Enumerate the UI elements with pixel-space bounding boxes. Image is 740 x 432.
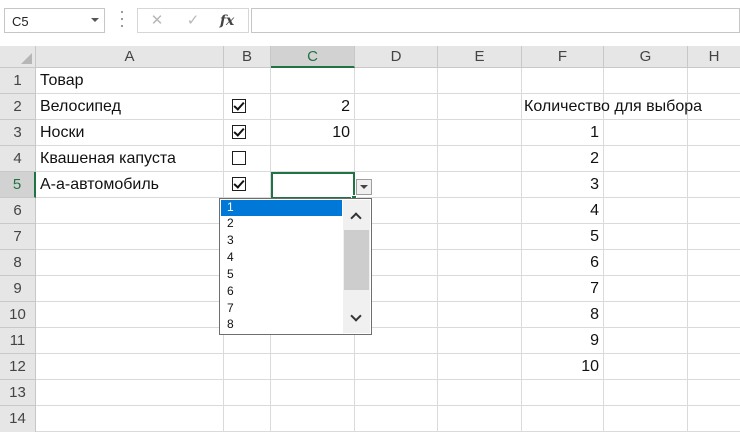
gridline (36, 275, 740, 276)
row-header-7[interactable]: 7 (0, 224, 36, 250)
column-header-b[interactable]: B (224, 46, 271, 68)
row-header-13[interactable]: 13 (0, 380, 36, 406)
validation-dropdown-button[interactable] (356, 179, 372, 195)
column-header-d[interactable]: D (355, 46, 438, 68)
active-cell-c5[interactable] (271, 172, 357, 201)
gridline (36, 223, 740, 224)
dropdown-option-2[interactable]: 2 (221, 216, 342, 232)
cell-f3[interactable]: 1 (523, 120, 599, 146)
gridline (437, 68, 438, 432)
column-header-f[interactable]: F (522, 46, 604, 68)
dropdown-option-8[interactable]: 8 (221, 317, 342, 333)
formula-bar: C5 ✕ ✓ fx (0, 0, 740, 46)
drag-handle-icon[interactable] (120, 11, 124, 30)
dropdown-option-3[interactable]: 3 (221, 233, 342, 249)
dropdown-option-6[interactable]: 6 (221, 284, 342, 300)
validation-dropdown-list: 1 2 3 4 5 6 7 8 (219, 198, 372, 335)
cell-f7[interactable]: 5 (523, 224, 599, 250)
dropdown-option-4[interactable]: 4 (221, 250, 342, 266)
row-header-6[interactable]: 6 (0, 198, 36, 224)
name-box-value: C5 (12, 14, 29, 29)
gridline (36, 327, 740, 328)
select-all-icon (21, 53, 32, 64)
row-header-3[interactable]: 3 (0, 120, 36, 146)
column-header-h[interactable]: H (688, 46, 740, 68)
gridline (36, 353, 740, 354)
cell-f9[interactable]: 7 (523, 276, 599, 302)
column-header-a[interactable]: A (36, 46, 224, 68)
row-header-11[interactable]: 11 (0, 328, 36, 354)
gridline (36, 249, 740, 250)
cancel-icon[interactable]: ✕ (146, 11, 168, 31)
gridline (36, 301, 740, 302)
row-header-5[interactable]: 5 (0, 172, 36, 198)
chevron-down-icon[interactable] (350, 310, 362, 322)
checkmark-icon (233, 99, 245, 111)
checkbox-b5[interactable] (232, 177, 246, 191)
row-header-1[interactable]: 1 (0, 68, 36, 94)
column-header-e[interactable]: E (438, 46, 522, 68)
cell-a3[interactable]: Носки (40, 120, 84, 146)
row-header-9[interactable]: 9 (0, 276, 36, 302)
gridline (36, 405, 740, 406)
cell-a5[interactable]: А-а-автомобиль (40, 172, 159, 198)
gridline (603, 68, 604, 432)
row-header-4[interactable]: 4 (0, 146, 36, 172)
gridline (36, 379, 740, 380)
insert-function-icon[interactable]: fx (216, 11, 238, 31)
cell-c2[interactable]: 2 (272, 94, 350, 120)
cell-f4[interactable]: 2 (523, 146, 599, 172)
checkmark-icon (233, 125, 245, 137)
gridline (687, 68, 688, 432)
chevron-up-icon[interactable] (350, 212, 362, 224)
cell-a4[interactable]: Квашеная капуста (40, 146, 176, 172)
row-header-8[interactable]: 8 (0, 250, 36, 276)
cell-f8[interactable]: 6 (523, 250, 599, 276)
dropdown-option-5[interactable]: 5 (221, 267, 342, 283)
checkmark-icon (233, 177, 245, 189)
column-header-g[interactable]: G (604, 46, 688, 68)
cell-c3[interactable]: 10 (272, 120, 350, 146)
dropdown-option-1[interactable]: 1 (221, 200, 342, 216)
enter-icon[interactable]: ✓ (182, 11, 204, 31)
row-header-10[interactable]: 10 (0, 302, 36, 328)
cell-f5[interactable]: 3 (523, 172, 599, 198)
name-box[interactable]: C5 (4, 8, 105, 33)
checkbox-b2[interactable] (232, 99, 246, 113)
chevron-down-icon[interactable] (91, 18, 99, 22)
dropdown-scrollbar[interactable] (343, 200, 370, 333)
select-all-button[interactable] (0, 46, 36, 68)
cell-a1[interactable]: Товар (40, 68, 84, 94)
formula-input[interactable] (251, 8, 740, 33)
cell-f10[interactable]: 8 (523, 302, 599, 328)
cell-f6[interactable]: 4 (523, 198, 599, 224)
row-header-12[interactable]: 12 (0, 354, 36, 380)
cell-a2[interactable]: Велосипед (40, 94, 121, 120)
cell-f12[interactable]: 10 (523, 354, 599, 380)
spreadsheet-grid: A B C D E F G H 1 2 3 4 5 6 7 8 9 10 11 … (0, 46, 740, 432)
row-header-14[interactable]: 14 (0, 406, 36, 432)
checkbox-b3[interactable] (232, 125, 246, 139)
column-header-c[interactable]: C (271, 46, 355, 68)
checkbox-b4[interactable] (232, 151, 246, 165)
gridline (521, 68, 522, 432)
cell-f11[interactable]: 9 (523, 328, 599, 354)
chevron-down-icon (360, 185, 368, 189)
row-header-2[interactable]: 2 (0, 94, 36, 120)
dropdown-option-7[interactable]: 7 (221, 301, 342, 317)
scrollbar-thumb[interactable] (344, 230, 369, 290)
formula-buttons: ✕ ✓ fx (137, 8, 249, 33)
cell-f2[interactable]: Количество для выбора (524, 94, 702, 120)
